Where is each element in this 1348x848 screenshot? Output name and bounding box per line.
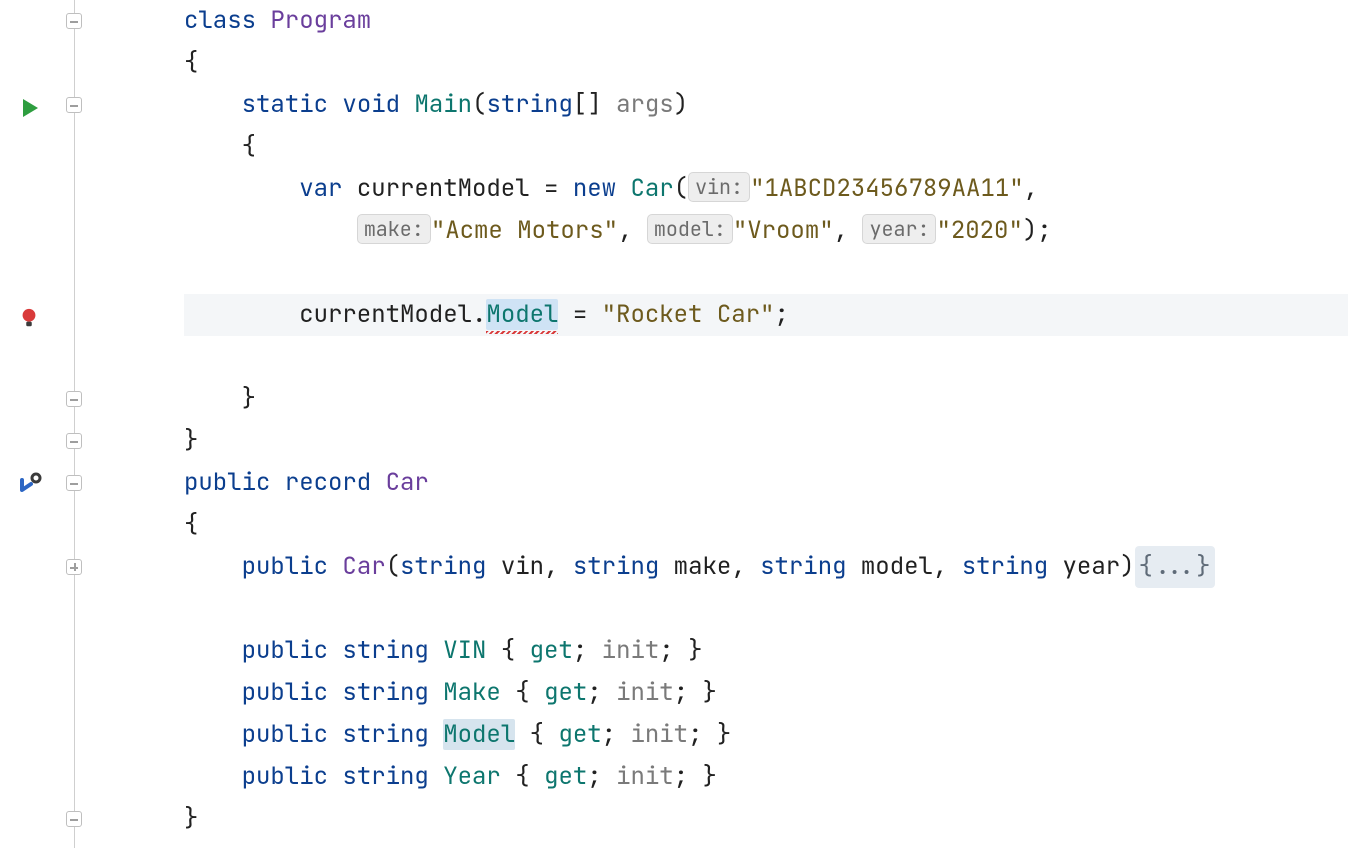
code-line[interactable]: public string Model { get; init; } — [184, 714, 1348, 756]
code-line-blank[interactable] — [184, 588, 1348, 630]
property-decl: VIN — [443, 635, 486, 666]
run-icon[interactable] — [18, 96, 42, 120]
code-line[interactable]: public string VIN { get; init; } — [184, 630, 1348, 672]
param-name: make — [674, 551, 732, 582]
param-args: args — [616, 89, 674, 120]
fold-handle-icon[interactable] — [66, 13, 82, 29]
param-name: year — [1063, 551, 1121, 582]
accessor-get: get — [530, 635, 573, 666]
code-line[interactable]: { — [184, 504, 1348, 546]
brace-open: { — [184, 509, 198, 540]
keyword-public: public — [242, 551, 328, 582]
inlay-hint: year: — [862, 214, 936, 244]
identifier: currentModel — [299, 299, 472, 330]
fold-handle-icon[interactable] — [66, 391, 82, 407]
property-decl: Model — [443, 719, 515, 750]
string-literal: "2020" — [936, 215, 1022, 246]
lightbulb-icon[interactable] — [18, 306, 42, 330]
fold-handle-collapsed-icon[interactable] — [66, 559, 82, 575]
keyword-public: public — [184, 467, 270, 498]
code-line[interactable]: { — [184, 42, 1348, 84]
property-decl: Year — [443, 761, 501, 792]
identifier: currentModel — [357, 173, 530, 204]
keyword-class: class — [184, 5, 256, 36]
inlay-hint: make: — [357, 214, 431, 244]
fold-column — [60, 0, 120, 848]
accessor-get: get — [544, 677, 587, 708]
string-literal: "Vroom" — [733, 215, 834, 246]
inspection-marker-icon[interactable] — [18, 472, 42, 496]
code-line[interactable]: public Car(string vin, string make, stri… — [184, 546, 1348, 588]
inlay-hint: model: — [647, 214, 733, 244]
code-line[interactable]: class Program — [184, 0, 1348, 42]
keyword-string: string — [486, 89, 572, 120]
fold-handle-icon[interactable] — [66, 475, 82, 491]
accessor-get: get — [558, 719, 601, 750]
keyword-record: record — [285, 467, 371, 498]
param-name: model — [861, 551, 933, 582]
code-line-blank[interactable] — [184, 336, 1348, 378]
fold-handle-icon[interactable] — [66, 433, 82, 449]
keyword-static: static — [242, 89, 328, 120]
code-line[interactable]: public string Year { get; init; } — [184, 756, 1348, 798]
gutter — [0, 0, 60, 848]
code-line[interactable]: { — [184, 126, 1348, 168]
fold-handle-icon[interactable] — [66, 97, 82, 113]
fold-placeholder[interactable]: {...} — [1135, 546, 1215, 588]
code-line[interactable]: var currentModel = new Car(vin:"1ABCD234… — [184, 168, 1348, 210]
string-literal: "Acme Motors" — [431, 215, 618, 246]
code-line[interactable]: make:"Acme Motors", model:"Vroom", year:… — [184, 210, 1348, 252]
accessor-init: init — [616, 677, 674, 708]
property-ref: Model — [486, 299, 558, 330]
method-name: Main — [414, 89, 472, 120]
property-decl: Make — [443, 677, 501, 708]
type-name: Car — [386, 467, 429, 498]
keyword-var: var — [299, 173, 342, 204]
type-ref: Car — [630, 173, 673, 204]
accessor-get: get — [544, 761, 587, 792]
inlay-hint: vin: — [688, 172, 750, 202]
keyword-void: void — [342, 89, 400, 120]
error-token: Model — [486, 294, 558, 336]
accessor-init: init — [602, 635, 660, 666]
code-line[interactable]: } — [184, 798, 1348, 840]
brace-close: } — [184, 425, 198, 456]
code-line-current[interactable]: currentModel.Model = "Rocket Car"; — [184, 294, 1348, 336]
accessor-init: init — [616, 761, 674, 792]
constructor-name: Car — [342, 551, 385, 582]
brace-close: } — [184, 803, 198, 834]
code-line[interactable]: static void Main(string[] args) — [184, 84, 1348, 126]
param-name: vin — [501, 551, 544, 582]
code-line[interactable]: public string Make { get; init; } — [184, 672, 1348, 714]
brace-open: { — [242, 131, 256, 162]
code-area[interactable]: class Program { static void Main(string[… — [120, 0, 1348, 848]
type-name: Program — [270, 5, 371, 36]
brace-close: } — [242, 383, 256, 414]
code-editor[interactable]: class Program { static void Main(string[… — [0, 0, 1348, 848]
code-line[interactable]: } — [184, 420, 1348, 462]
code-line-blank[interactable] — [184, 252, 1348, 294]
keyword-new: new — [573, 173, 616, 204]
code-line[interactable]: public record Car — [184, 462, 1348, 504]
accessor-init: init — [630, 719, 688, 750]
string-literal: "Rocket Car" — [602, 299, 775, 330]
brackets: [] — [573, 89, 602, 120]
fold-handle-icon[interactable] — [66, 811, 82, 827]
brace-open: { — [184, 47, 198, 78]
string-literal: "1ABCD23456789AA11" — [750, 173, 1024, 204]
code-line[interactable]: } — [184, 378, 1348, 420]
